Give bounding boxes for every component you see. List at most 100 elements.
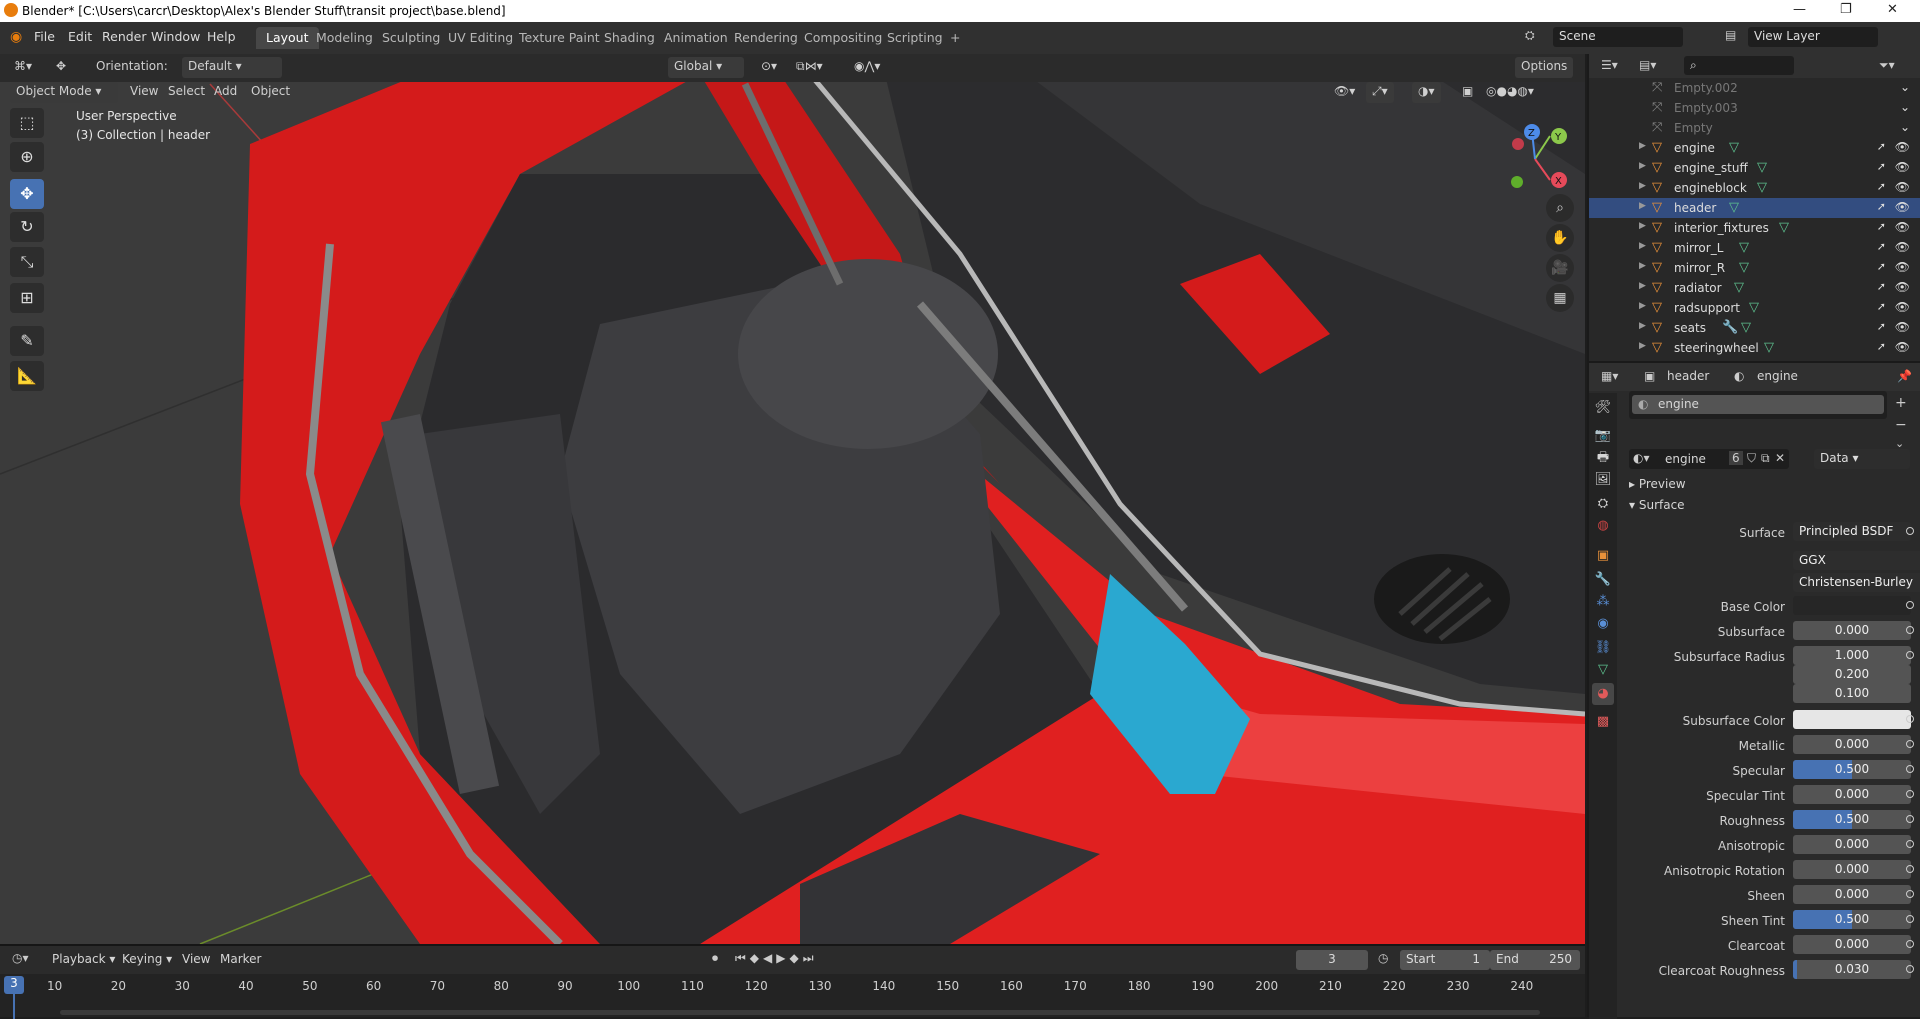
visibility-eye-icon[interactable]: ⌄ — [1900, 100, 1910, 114]
outliner-row[interactable]: ▶ ▽ radiator ▽ ➚ 👁 — [1589, 278, 1920, 298]
visibility-eye-icon[interactable]: 👁 — [1895, 320, 1910, 334]
editor-type-button[interactable]: ⌘▾ — [8, 57, 38, 78]
pan-hand-icon[interactable]: ✋ — [1546, 224, 1574, 252]
menu-add[interactable]: Add — [208, 82, 243, 103]
visibility-eye-icon[interactable]: 👁 — [1895, 300, 1910, 314]
expand-arrow-icon[interactable]: ▶ — [1639, 341, 1646, 351]
menu-select[interactable]: Select — [162, 82, 211, 103]
socket-dot-icon[interactable] — [1906, 626, 1914, 634]
3d-viewport[interactable]: ⌘▾ ✥ Orientation: Default ▾ Global ▾ ⊙▾ … — [0, 54, 1585, 944]
ortho-grid-icon[interactable]: ▦ — [1546, 284, 1574, 312]
property-value-field[interactable]: 0.200 — [1793, 665, 1911, 684]
socket-dot-icon[interactable] — [1906, 651, 1914, 659]
outliner-row[interactable]: ▶ ▽ interior_fixtures ▽ ➚ 👁 — [1589, 218, 1920, 238]
outliner-row[interactable]: ▶ ▽ engine_stuff ▽ ➚ 👁 — [1589, 158, 1920, 178]
visibility-eye-icon[interactable]: 👁 — [1895, 160, 1910, 174]
shading-modes-icon[interactable]: ◎●◕◍▾ — [1480, 82, 1540, 103]
move-tool-icon[interactable]: ✥ — [10, 179, 44, 209]
expand-arrow-icon[interactable]: ▶ — [1639, 161, 1646, 171]
proportional-edit-icon[interactable]: ◉⋀▾ — [848, 57, 886, 78]
menu-window[interactable]: Window — [151, 29, 200, 44]
visibility-eye-icon[interactable]: 👁 — [1895, 200, 1910, 214]
property-value-field[interactable]: 0.000 — [1793, 621, 1911, 640]
select-arrow-icon[interactable]: ➚ — [1877, 220, 1886, 233]
visibility-eye-icon[interactable]: 👁 — [1895, 220, 1910, 234]
socket-dot-icon[interactable] — [1906, 840, 1914, 848]
options-dropdown[interactable]: Options — [1515, 57, 1574, 78]
property-value-field[interactable]: 0.000 — [1793, 935, 1911, 954]
menu-render[interactable]: Render — [102, 29, 147, 44]
socket-dot-icon[interactable] — [1906, 790, 1914, 798]
visibility-eye-icon[interactable]: 👁 — [1895, 280, 1910, 294]
menu-help[interactable]: Help — [207, 29, 236, 44]
property-value-field[interactable]: 0.500 — [1793, 910, 1911, 929]
select-arrow-icon[interactable]: ➚ — [1877, 160, 1886, 173]
navigation-gizmo[interactable]: Z Y X — [1490, 114, 1580, 204]
expand-arrow-icon[interactable]: ▶ — [1639, 281, 1646, 291]
outliner-row-selected[interactable]: ▶ ▽ header ▽ ➚ 👁 — [1589, 198, 1920, 218]
expand-arrow-icon[interactable]: ▶ — [1639, 241, 1646, 251]
snap-icon[interactable]: ⧉⋈▾ — [790, 57, 829, 78]
select-arrow-icon[interactable]: ➚ — [1877, 240, 1886, 253]
pivot-icon[interactable]: ⊙▾ — [755, 57, 783, 78]
xray-icon[interactable]: ▣ — [1456, 82, 1479, 103]
select-arrow-icon[interactable]: ➚ — [1877, 260, 1886, 273]
display-mode-icon[interactable]: ▤▾ — [1639, 58, 1656, 72]
socket-dot-icon[interactable] — [1906, 815, 1914, 823]
socket-dot-icon[interactable] — [1906, 601, 1914, 609]
select-arrow-icon[interactable]: ➚ — [1877, 280, 1886, 293]
select-arrow-icon[interactable]: ➚ — [1877, 200, 1886, 213]
property-value-field[interactable]: 0.030 — [1793, 960, 1911, 979]
socket-dot-icon[interactable] — [1906, 940, 1914, 948]
view-layer-selector[interactable]: View Layer — [1748, 27, 1878, 47]
outliner-row[interactable]: ⤧ Empty.003 ⌄ — [1589, 98, 1920, 118]
property-value-field[interactable]: 0.000 — [1793, 860, 1911, 879]
overlay-toggle-icon[interactable]: ◑▾ — [1412, 82, 1441, 103]
filter-icon[interactable]: ⏷▾ — [1879, 58, 1895, 73]
outliner-row[interactable]: ▶ ▽ seats 🔧 ▽ ➚ 👁 — [1589, 318, 1920, 338]
socket-dot-icon[interactable] — [1906, 865, 1914, 873]
minimize-button[interactable]: — — [1793, 2, 1806, 17]
transform-tool-icon[interactable]: ⊞ — [10, 283, 44, 313]
outliner-editor-type-icon[interactable]: ☰▾ — [1601, 58, 1618, 72]
outliner-row[interactable]: ▶ ▽ mirror_R ▽ ➚ 👁 — [1589, 258, 1920, 278]
expand-arrow-icon[interactable]: ▶ — [1639, 201, 1646, 211]
expand-arrow-icon[interactable]: ▶ — [1639, 221, 1646, 231]
select-arrow-icon[interactable]: ➚ — [1877, 140, 1886, 153]
camera-view-icon[interactable]: 🎥 — [1546, 254, 1574, 282]
add-workspace-button[interactable]: + — [940, 27, 970, 49]
visibility-eye-icon[interactable]: 👁 — [1895, 140, 1910, 154]
visibility-eye-icon[interactable]: ⌄ — [1900, 80, 1910, 94]
select-arrow-icon[interactable]: ➚ — [1877, 300, 1886, 313]
select-arrow-icon[interactable]: ➚ — [1877, 340, 1886, 353]
color-swatch[interactable] — [1793, 710, 1911, 729]
visibility-eye-icon[interactable]: 👁 — [1895, 260, 1910, 274]
outliner-search-input[interactable]: ⌕ — [1684, 56, 1794, 75]
outliner-row[interactable]: ▶ ▽ mirror_L ▽ ➚ 👁 — [1589, 238, 1920, 258]
property-value-field[interactable]: 0.500 — [1793, 760, 1911, 779]
expand-arrow-icon[interactable]: ▶ — [1639, 141, 1646, 151]
socket-dot-icon[interactable] — [1906, 915, 1914, 923]
socket-dot-icon[interactable] — [1906, 740, 1914, 748]
annotate-tool-icon[interactable]: ✎ — [10, 326, 44, 356]
property-value-field[interactable]: 0.100 — [1793, 684, 1911, 703]
property-value-field[interactable]: 0.000 — [1793, 885, 1911, 904]
property-value-field[interactable]: 0.500 — [1793, 810, 1911, 829]
outliner-row[interactable]: ▶ ▽ radsupport ▽ ➚ 👁 — [1589, 298, 1920, 318]
gizmo-toggle-icon[interactable]: ⤢▾ — [1366, 82, 1394, 103]
socket-dot-icon[interactable] — [1906, 890, 1914, 898]
select-arrow-icon[interactable]: ➚ — [1877, 180, 1886, 193]
menu-object[interactable]: Object — [245, 82, 296, 103]
maximize-button[interactable]: ❐ — [1840, 2, 1852, 17]
orientation-dropdown[interactable]: Default ▾ — [182, 57, 282, 78]
visibility-eye-icon[interactable]: 👁 — [1895, 240, 1910, 254]
property-value-field[interactable]: 1.000 — [1793, 646, 1911, 665]
expand-arrow-icon[interactable]: ▶ — [1639, 301, 1646, 311]
measure-tool-icon[interactable]: 📐 — [10, 361, 44, 391]
scene-selector[interactable]: Scene — [1553, 27, 1683, 47]
expand-arrow-icon[interactable]: ▶ — [1639, 181, 1646, 191]
rotate-tool-icon[interactable]: ↻ — [10, 212, 44, 242]
outliner-row[interactable]: ▶ ▽ engine ▽ ➚ 👁 — [1589, 138, 1920, 158]
visibility-icon[interactable]: 👁▾ — [1328, 82, 1361, 103]
timeline-scrollbar[interactable] — [60, 1010, 1540, 1015]
